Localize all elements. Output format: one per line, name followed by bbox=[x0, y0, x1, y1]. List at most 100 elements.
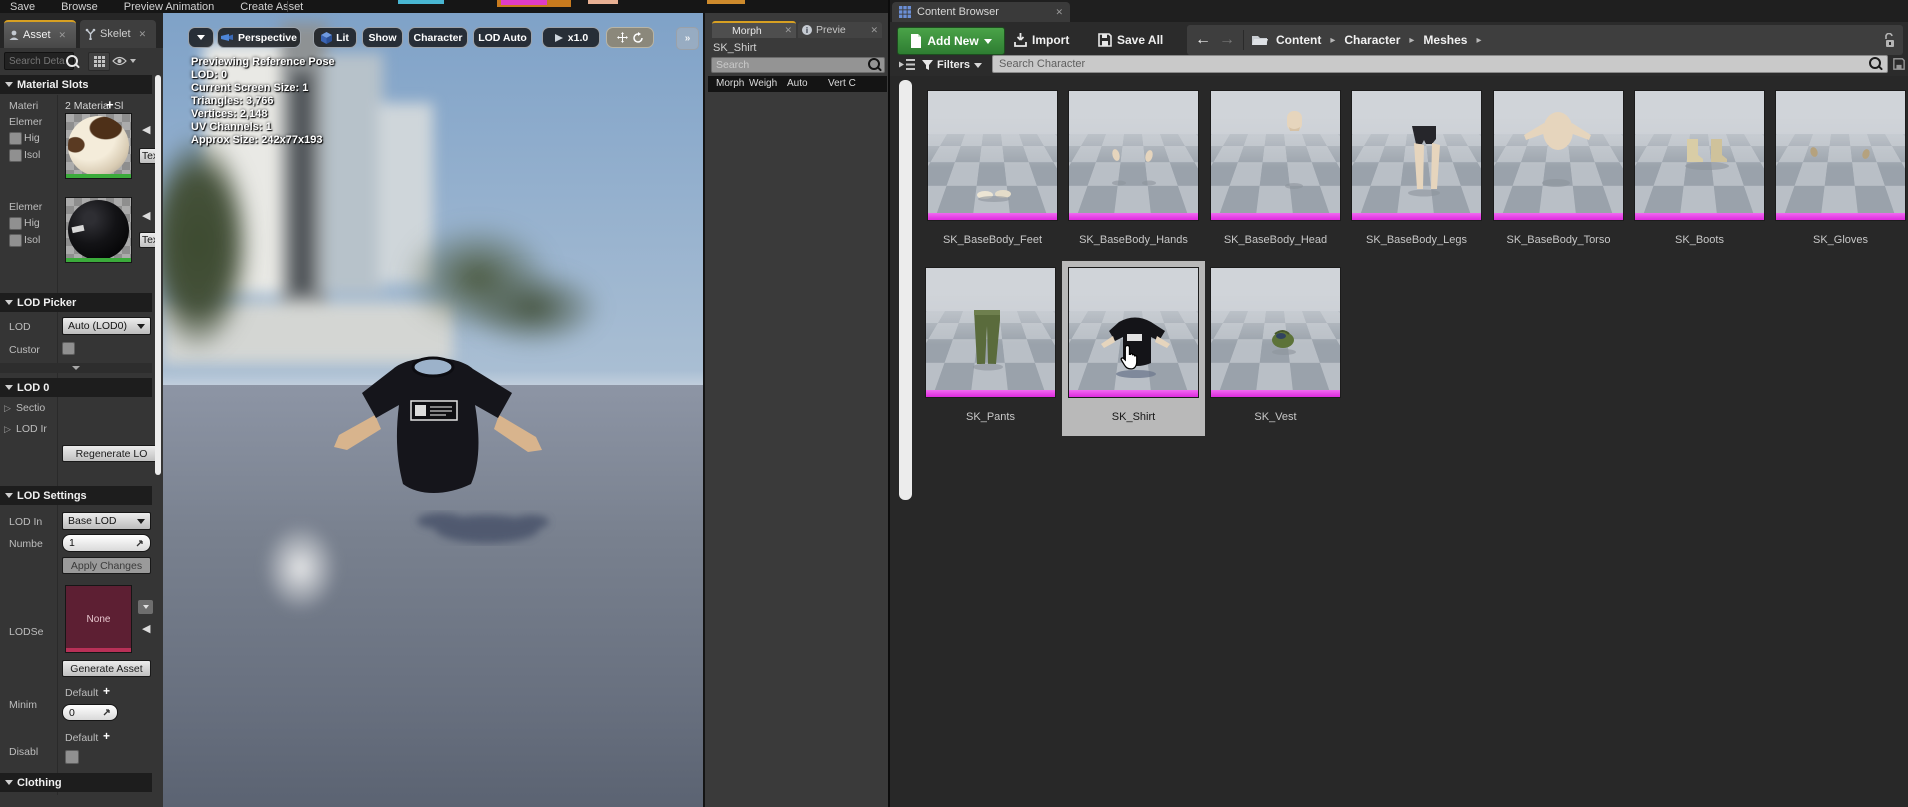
breadcrumb-item-meshes[interactable]: Meshes bbox=[1423, 33, 1467, 47]
history-back-button[interactable]: ← bbox=[1195, 32, 1211, 48]
tab-skeleton-close-icon[interactable]: ✕ bbox=[139, 29, 147, 40]
section-lod-picker[interactable]: LOD Picker bbox=[0, 293, 152, 312]
lodsettings-dropdown-button[interactable] bbox=[138, 600, 153, 614]
details-search-icon[interactable] bbox=[66, 55, 78, 70]
lodsettings-use-selected-icon[interactable]: ◀ bbox=[142, 622, 150, 635]
asset-thumbnail[interactable] bbox=[1210, 267, 1341, 398]
section-material-slots[interactable]: Material Slots bbox=[0, 75, 152, 94]
morph-search-box[interactable]: Search bbox=[711, 57, 885, 73]
asset-thumbnail[interactable] bbox=[1210, 90, 1341, 221]
menu-item-save[interactable]: Save bbox=[10, 1, 35, 13]
details-column-divider[interactable] bbox=[57, 95, 58, 795]
asset-thumbnail[interactable] bbox=[927, 90, 1058, 221]
lodinfo-expand-icon[interactable]: ▷ bbox=[4, 424, 11, 435]
element1-highlight-checkbox[interactable] bbox=[9, 132, 22, 145]
section-lod-settings[interactable]: LOD Settings bbox=[0, 486, 152, 505]
section-lod0[interactable]: LOD 0 bbox=[0, 378, 152, 397]
spinner-drag-icon[interactable] bbox=[102, 708, 111, 717]
asset-label[interactable]: SK_Shirt bbox=[1068, 411, 1199, 423]
add-new-button[interactable]: Add New bbox=[897, 27, 1005, 55]
generate-asset-button[interactable]: Generate Asset bbox=[62, 660, 151, 677]
asset-thumbnail[interactable] bbox=[1493, 90, 1624, 221]
asset-thumbnail[interactable] bbox=[925, 267, 1056, 398]
tab-asset[interactable]: Asset ✕ bbox=[4, 20, 76, 48]
asset-tile-sk_gloves[interactable]: SK_Gloves bbox=[1775, 90, 1906, 221]
breadcrumb-item-character[interactable]: Character bbox=[1344, 33, 1400, 47]
viewport-character-button[interactable]: Character bbox=[408, 27, 468, 48]
list-view-button[interactable] bbox=[88, 52, 110, 71]
asset-tile-sk_basebody_head[interactable]: SK_BaseBody_Head bbox=[1210, 90, 1341, 221]
apply-changes-button[interactable]: Apply Changes bbox=[62, 557, 151, 574]
morph-column-header[interactable]: Morph bbox=[716, 78, 744, 89]
asset-thumbnail[interactable] bbox=[1068, 90, 1199, 221]
lod-picker-custom-checkbox[interactable] bbox=[62, 342, 75, 355]
lodsettings-asset-thumbnail[interactable]: None bbox=[65, 585, 132, 653]
viewport-lod-auto-button[interactable]: LOD Auto bbox=[473, 27, 532, 48]
save-all-button[interactable]: Save All bbox=[1098, 29, 1163, 51]
asset-tile-sk_basebody_torso[interactable]: SK_BaseBody_Torso bbox=[1493, 90, 1624, 221]
asset-tile-sk_basebody_hands[interactable]: SK_BaseBody_Hands bbox=[1068, 90, 1199, 221]
breadcrumb-item-content[interactable]: Content bbox=[1276, 33, 1321, 47]
import-button[interactable]: Import bbox=[1014, 29, 1069, 51]
asset-label[interactable]: SK_BaseBody_Torso bbox=[1493, 234, 1624, 246]
tab-preview-scene[interactable]: i Previe ✕ bbox=[798, 22, 882, 38]
preview-shirt-mesh[interactable] bbox=[315, 325, 585, 565]
material2-use-selected-icon[interactable]: ◀ bbox=[142, 209, 150, 222]
asset-label[interactable]: SK_BaseBody_Feet bbox=[927, 234, 1058, 246]
viewport-options-button[interactable] bbox=[188, 27, 214, 48]
asset-tile-sk_shirt[interactable]: SK_Shirt bbox=[1068, 267, 1199, 398]
menu-item-create-asset[interactable]: Create Asset bbox=[240, 1, 303, 13]
asset-label[interactable]: SK_Boots bbox=[1634, 234, 1765, 246]
asset-thumbnail[interactable] bbox=[1634, 90, 1765, 221]
rotate-tool-icon[interactable] bbox=[632, 32, 644, 44]
material1-thumbnail[interactable] bbox=[65, 113, 132, 179]
asset-tile-sk_boots[interactable]: SK_Boots bbox=[1634, 90, 1765, 221]
view-options-button[interactable] bbox=[112, 52, 140, 69]
min-lod-add-icon[interactable]: + bbox=[103, 684, 110, 698]
morph-column-header[interactable]: Auto bbox=[787, 78, 808, 89]
lock-icon[interactable] bbox=[1884, 33, 1895, 48]
min-lod-spinner[interactable]: 0 bbox=[62, 704, 118, 721]
asset-search-icon[interactable] bbox=[1869, 57, 1881, 72]
lod-number-spinner[interactable]: 1 bbox=[62, 534, 151, 552]
asset-thumbnail[interactable] bbox=[1068, 267, 1199, 398]
disable-checkbox[interactable] bbox=[65, 750, 79, 764]
save-search-icon[interactable] bbox=[1893, 58, 1905, 70]
viewport-expand-tab-button[interactable]: » bbox=[676, 27, 699, 50]
asset-label[interactable]: SK_BaseBody_Head bbox=[1210, 234, 1341, 246]
add-material-slot-icon[interactable]: + bbox=[106, 97, 114, 112]
tab-content-browser[interactable]: Content Browser ✕ bbox=[892, 2, 1070, 22]
viewport-playback-speed-button[interactable]: x1.0 bbox=[542, 27, 600, 48]
asset-thumbnail[interactable] bbox=[1775, 90, 1906, 221]
morph-search-icon[interactable] bbox=[868, 58, 880, 73]
tab-morph-target-previewer[interactable]: Morph ✕ bbox=[712, 21, 796, 38]
history-forward-button[interactable]: → bbox=[1219, 32, 1235, 48]
material1-use-selected-icon[interactable]: ◀ bbox=[142, 123, 150, 136]
section-clothing[interactable]: Clothing bbox=[0, 773, 152, 792]
asset-tile-sk_pants[interactable]: SK_Pants bbox=[925, 267, 1056, 398]
viewport-transform-tools[interactable] bbox=[606, 27, 654, 48]
element1-isolate-checkbox[interactable] bbox=[9, 149, 22, 162]
asset-tile-sk_vest[interactable]: SK_Vest bbox=[1210, 267, 1341, 398]
filters-button[interactable]: Filters bbox=[922, 56, 982, 74]
tab-morph-close-icon[interactable]: ✕ bbox=[784, 25, 792, 36]
tab-preview-close-icon[interactable]: ✕ bbox=[870, 25, 878, 36]
details-search-input[interactable] bbox=[4, 52, 74, 70]
sections-expand-icon[interactable]: ▷ bbox=[4, 403, 11, 414]
regenerate-lod-button[interactable]: Regenerate LO bbox=[62, 445, 161, 462]
asset-label[interactable]: SK_BaseBody_Legs bbox=[1351, 234, 1482, 246]
move-tool-icon[interactable] bbox=[617, 32, 628, 43]
asset-label[interactable]: SK_Gloves bbox=[1775, 234, 1906, 246]
asset-thumbnail[interactable] bbox=[1351, 90, 1482, 221]
element2-highlight-checkbox[interactable] bbox=[9, 217, 22, 230]
material2-thumbnail[interactable] bbox=[65, 197, 132, 263]
morph-column-header[interactable]: Weigh bbox=[749, 78, 777, 89]
viewport-perspective-button[interactable]: Perspective bbox=[217, 27, 301, 48]
tab-skeleton[interactable]: Skelet ✕ bbox=[80, 20, 156, 48]
tab-asset-close-icon[interactable]: ✕ bbox=[59, 30, 67, 41]
lod-picker-dropdown[interactable]: Auto (LOD0) bbox=[62, 317, 151, 335]
asset-view-scrollbar[interactable] bbox=[899, 80, 912, 500]
asset-label[interactable]: SK_BaseBody_Hands bbox=[1068, 234, 1199, 246]
asset-search-box[interactable]: Search Character bbox=[992, 55, 1888, 73]
disable-add-icon[interactable]: + bbox=[103, 729, 110, 743]
